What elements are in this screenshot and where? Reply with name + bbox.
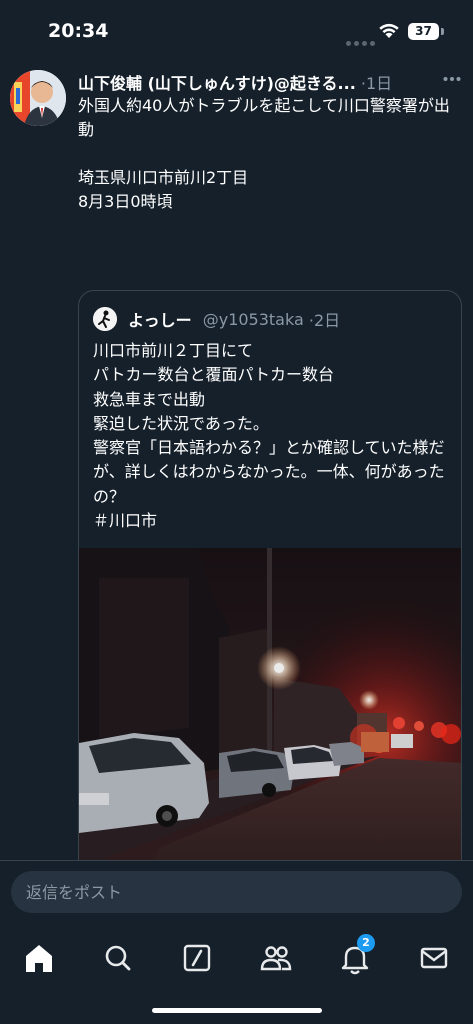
author-name[interactable]: 山下俊輔 (山下しゅんすけ)@起きる... [78, 70, 356, 94]
avatar[interactable] [10, 70, 66, 126]
notification-badge: 2 [357, 934, 375, 952]
communities-icon[interactable] [256, 938, 296, 978]
quote-time: ·2日 [308, 311, 341, 330]
quote-header: よっしー @y1053taka ·2日 [93, 307, 340, 331]
tweet-time[interactable]: ·1日 [361, 74, 392, 93]
reply-bar [0, 860, 473, 930]
battery-icon: 37 [408, 23, 439, 40]
quote-text: 川口市前川２丁目にて パトカー数台と覆面パトカー数台 救急車まで出動 緊迫した状… [93, 341, 445, 531]
quote-name[interactable]: よっしー [128, 311, 192, 330]
quote-tweet-card[interactable]: よっしー @y1053taka ·2日 川口市前川２丁目にて パトカー数台と覆面… [78, 290, 462, 950]
quote-handle[interactable]: @y1053taka [203, 310, 304, 329]
wifi-icon [379, 23, 399, 38]
status-time: 20:34 [48, 20, 109, 42]
more-icon[interactable] [443, 76, 461, 82]
reply-input[interactable] [11, 871, 462, 913]
messages-icon[interactable] [414, 938, 454, 978]
status-bar: 20:34 37 [0, 0, 473, 62]
battery-cap [441, 28, 444, 35]
quote-avatar[interactable] [93, 307, 117, 331]
notifications-icon[interactable]: 2 [335, 934, 375, 978]
author-line: 山下俊輔 (山下しゅんすけ)@起きる... ·1日 [78, 70, 463, 94]
home-indicator [152, 1008, 322, 1013]
home-icon[interactable] [19, 938, 59, 978]
tweet-text: 外国人約40人がトラブルを起こして川口警察署が出動 埼玉県川口市前川2丁目 8月… [78, 96, 450, 211]
search-icon[interactable] [98, 938, 138, 978]
compose-icon[interactable] [177, 938, 217, 978]
signal-dots-icon [346, 31, 378, 50]
